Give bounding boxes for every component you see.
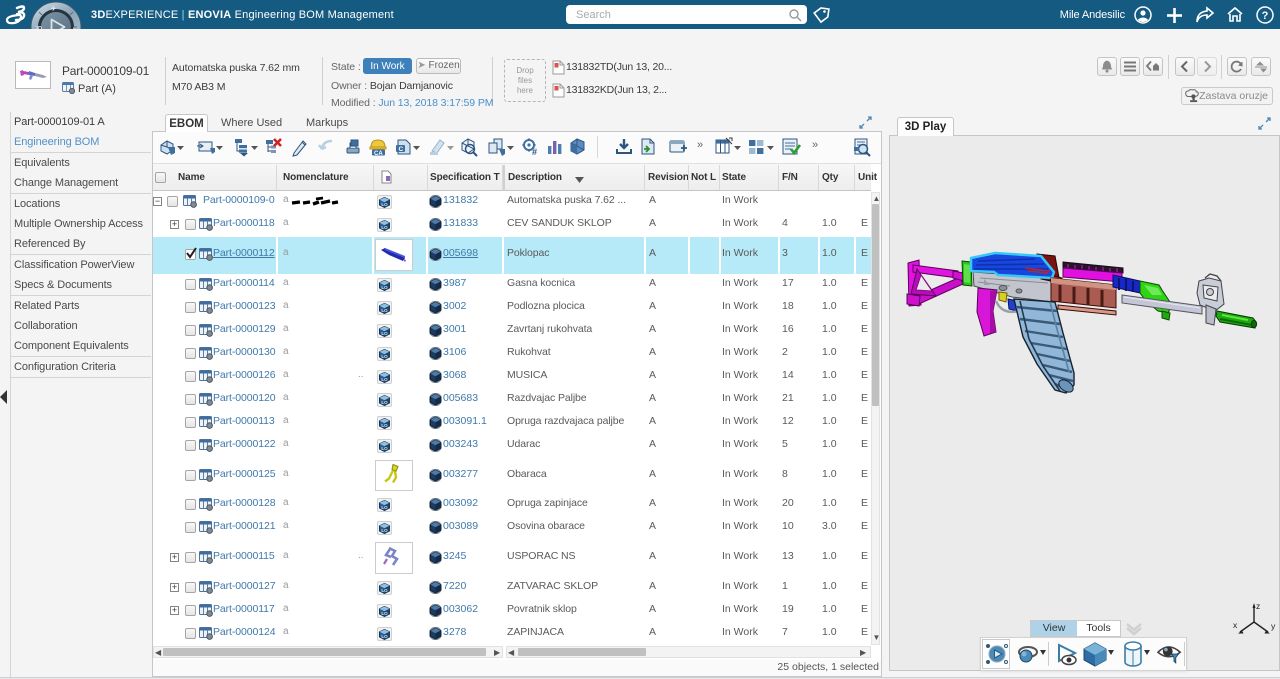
svg-text:#: # [532,147,537,157]
svg-text:LO: LO [381,331,388,336]
svg-text:?: ? [1262,10,1269,22]
svg-text:y: y [1271,621,1276,631]
svg-text:LO: LO [381,446,388,451]
svg-text:LO: LO [381,588,388,593]
svg-text:»: » [812,139,818,151]
svg-text:LO: LO [381,354,388,359]
svg-text:LO: LO [381,308,388,313]
svg-text:z: z [1256,601,1260,611]
svg-text:LO: LO [381,202,388,207]
svg-text:LO: LO [381,528,388,533]
svg-text:C: C [399,146,404,153]
svg-text:CA: CA [374,151,383,157]
svg-text:LO: LO [381,285,388,290]
svg-text:LO: LO [381,225,388,230]
svg-text:LO: LO [381,423,388,428]
svg-text:✈: ✈ [51,6,57,13]
svg-text:LO: LO [381,611,388,616]
svg-text:LO: LO [381,400,388,405]
svg-text:LO: LO [381,634,388,639]
svg-text:x: x [1233,620,1238,630]
svg-text:LO: LO [381,505,388,510]
svg-text:»: » [697,139,703,151]
svg-text:LO: LO [381,377,388,382]
